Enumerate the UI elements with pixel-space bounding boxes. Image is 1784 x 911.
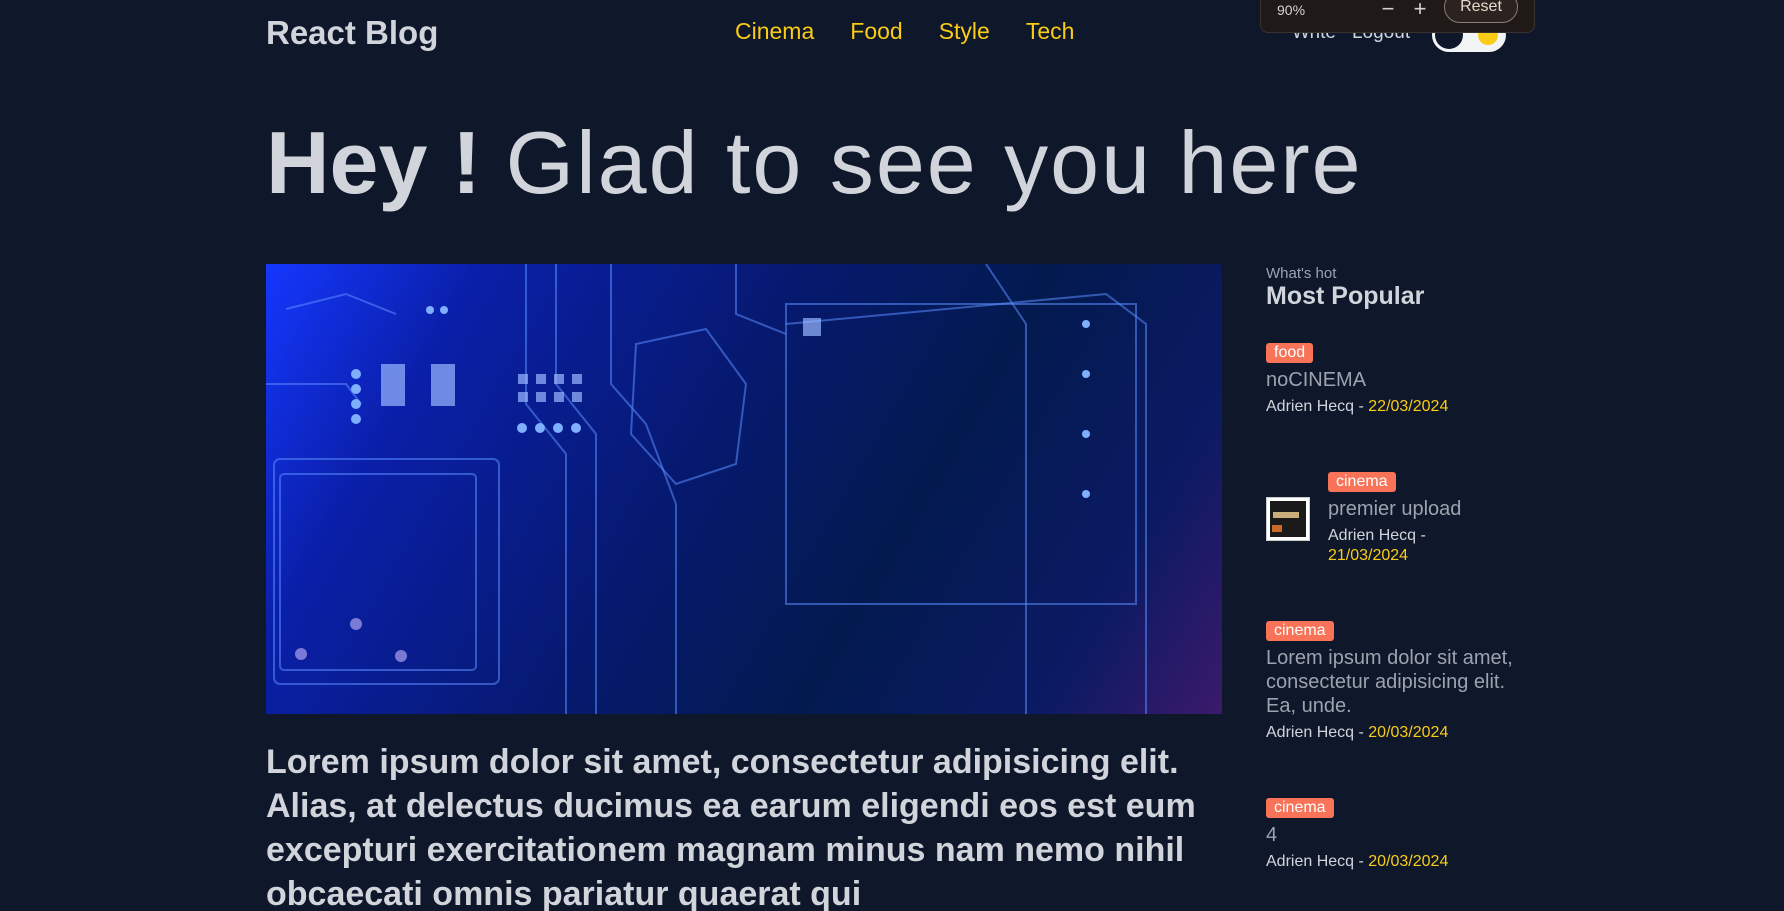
- meta-separator: -: [1354, 398, 1369, 415]
- hero-heading: Hey ! Glad to see you here: [266, 112, 1363, 214]
- post-author: Adrien Hecq: [1266, 853, 1355, 870]
- category-badge[interactable]: food: [1266, 343, 1314, 363]
- nav-link-tech[interactable]: Tech: [1026, 18, 1075, 45]
- popular-post-2: cinema premier upload Adrien Hecq -21/03…: [1328, 472, 1528, 566]
- post-meta: Adrien Hecq - 22/03/2024: [1266, 397, 1516, 417]
- post-date: 20/03/2024: [1368, 724, 1449, 741]
- featured-image[interactable]: [266, 264, 1222, 714]
- post-date: 22/03/2024: [1368, 398, 1449, 415]
- featured-post-title[interactable]: Lorem ipsum dolor sit amet, consectetur …: [266, 740, 1226, 911]
- post-author: Adrien Hecq: [1266, 398, 1355, 415]
- meta-separator: -: [1416, 527, 1426, 544]
- post-title[interactable]: noCINEMA: [1266, 368, 1516, 392]
- post-title[interactable]: Lorem ipsum dolor sit amet, consectetur …: [1266, 646, 1516, 718]
- main-nav: Cinema Food Style Tech: [735, 18, 1074, 45]
- hero-light: Glad to see you here: [505, 113, 1363, 212]
- zoom-popup: 90% − + Reset: [1260, 0, 1535, 33]
- meta-separator: -: [1354, 853, 1369, 870]
- zoom-out-button[interactable]: −: [1377, 0, 1399, 22]
- nav-link-food[interactable]: Food: [850, 18, 902, 45]
- popular-post-4: cinema 4 Adrien Hecq - 20/03/2024: [1266, 798, 1516, 872]
- category-badge[interactable]: cinema: [1328, 472, 1396, 492]
- sidebar-title: Most Popular: [1266, 282, 1425, 310]
- post-date: 21/03/2024: [1328, 547, 1409, 564]
- nav-link-cinema[interactable]: Cinema: [735, 18, 814, 45]
- popular-post-1: food noCINEMA Adrien Hecq - 22/03/2024: [1266, 343, 1516, 417]
- thumbnail-detail: [1272, 525, 1282, 532]
- category-badge[interactable]: cinema: [1266, 621, 1334, 641]
- post-title[interactable]: premier upload: [1328, 497, 1528, 521]
- zoom-level: 90%: [1277, 2, 1306, 18]
- page: React Blog Cinema Food Style Tech Write …: [0, 0, 1784, 911]
- sidebar-subtitle: What's hot: [1266, 265, 1337, 282]
- zoom-in-button[interactable]: +: [1409, 0, 1431, 22]
- brand-logo[interactable]: React Blog: [266, 14, 438, 52]
- post-meta: Adrien Hecq -21/03/2024: [1328, 526, 1528, 566]
- post-meta: Adrien Hecq - 20/03/2024: [1266, 852, 1516, 872]
- circuit-pattern: [266, 264, 1147, 714]
- meta-separator: -: [1354, 724, 1369, 741]
- post-title[interactable]: 4: [1266, 823, 1516, 847]
- hero-bold: Hey !: [266, 113, 482, 212]
- popular-post-3: cinema Lorem ipsum dolor sit amet, conse…: [1266, 621, 1516, 743]
- post-author: Adrien Hecq: [1266, 724, 1355, 741]
- post-meta: Adrien Hecq - 20/03/2024: [1266, 723, 1516, 743]
- thumbnail-detail: [1273, 512, 1299, 518]
- zoom-reset-button[interactable]: Reset: [1444, 0, 1518, 23]
- post-author: Adrien Hecq: [1328, 527, 1417, 544]
- post-date: 20/03/2024: [1368, 853, 1449, 870]
- category-badge[interactable]: cinema: [1266, 798, 1334, 818]
- nav-link-style[interactable]: Style: [939, 18, 990, 45]
- post-thumbnail[interactable]: [1266, 497, 1310, 541]
